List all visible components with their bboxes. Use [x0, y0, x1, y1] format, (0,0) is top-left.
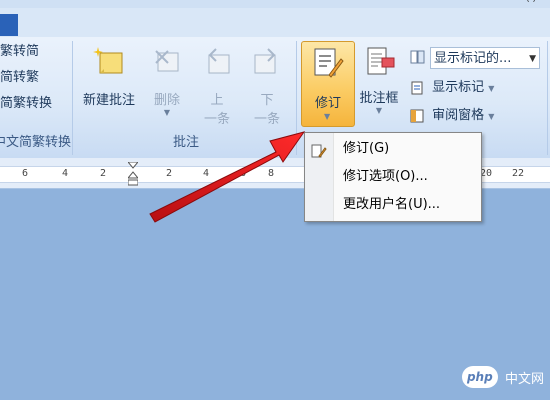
php-logo: php: [461, 366, 498, 388]
chevron-down-icon: ▼: [375, 106, 383, 115]
ribbon-tab-strip: [0, 8, 550, 37]
menu-item-label: 更改用户名(U)...: [343, 197, 441, 212]
show-markup-button[interactable]: 显示标记 ▼: [410, 77, 494, 99]
watermark-text: 中文网: [504, 371, 544, 387]
previous-comment-icon: [200, 45, 234, 79]
ruler-number: 6: [240, 168, 247, 179]
group-separator: [296, 41, 297, 155]
ruler-number: 6: [22, 168, 29, 179]
new-comment-label: 新建批注: [82, 93, 135, 108]
menu-item-track-changes[interactable]: 修订(G): [305, 136, 481, 162]
chevron-down-icon: ▼: [488, 84, 495, 93]
track-changes-menu: 修订(G) 修订选项(O)... 更改用户名(U)...: [304, 132, 482, 222]
ruler-number: 8: [268, 168, 275, 179]
balloons-icon: [362, 45, 396, 79]
delete-comment-label: 删除: [153, 93, 180, 108]
ruler-number: 2: [100, 168, 107, 179]
ruler-number: 2: [166, 168, 173, 179]
previous-comment-line2: 一条: [203, 112, 230, 127]
watermark: php 中文网: [461, 366, 544, 392]
track-changes-icon: [311, 142, 327, 158]
balloons-button[interactable]: 批注框 ▼: [354, 45, 404, 116]
active-tab-edge[interactable]: [0, 14, 18, 36]
chevron-down-icon: ▼: [163, 108, 171, 117]
ruler-number: 4: [203, 168, 210, 179]
next-comment-button[interactable]: 下 一条: [244, 45, 290, 127]
menu-item-label: 修订选项(O)...: [343, 169, 428, 184]
new-comment-button[interactable]: 新建批注: [76, 45, 142, 108]
group-separator: [72, 41, 73, 155]
reviewing-pane-icon: [410, 109, 424, 123]
chevron-down-icon: ▼: [324, 112, 331, 121]
display-combo-value: 显示标记的...: [434, 51, 512, 66]
convert-label: 简繁转换: [0, 96, 53, 111]
menu-item-track-options[interactable]: 修订选项(O)...: [305, 164, 481, 190]
window-controls[interactable]: ( ): [526, 0, 536, 4]
chevron-down-icon[interactable]: ▼: [529, 48, 536, 68]
group-separator: [547, 41, 548, 155]
track-changes-icon: [311, 47, 345, 81]
chevron-down-icon: ▼: [488, 112, 495, 121]
simp-trad-convert-button[interactable]: 简繁转换: [0, 93, 52, 115]
ruler-number: 22: [512, 168, 525, 179]
previous-comment-line1: 上: [210, 93, 224, 108]
delete-comment-icon: [150, 45, 184, 79]
display-for-review-combo[interactable]: 显示标记的... ▼: [430, 47, 540, 69]
reviewing-pane-label: 审阅窗格: [432, 108, 485, 123]
track-changes-label: 修订: [314, 96, 341, 111]
simp-to-trad-label: 简转繁: [0, 70, 40, 85]
next-comment-line1: 下: [260, 93, 274, 108]
trad-to-simp-button[interactable]: 繁转简: [0, 41, 39, 63]
reviewing-pane-button[interactable]: 审阅窗格 ▼: [410, 105, 494, 127]
next-comment-line2: 一条: [253, 112, 280, 127]
indent-marker[interactable]: [126, 161, 140, 186]
new-comment-icon: [92, 45, 126, 79]
trad-to-simp-label: 繁转简: [0, 44, 40, 59]
simp-to-trad-button[interactable]: 简转繁: [0, 67, 39, 89]
next-comment-icon: [250, 45, 284, 79]
comments-group-label: 批注: [172, 135, 199, 150]
track-changes-button[interactable]: 修订 ▼: [301, 41, 355, 127]
balloons-label: 批注框: [359, 91, 399, 106]
previous-comment-button[interactable]: 上 一条: [194, 45, 240, 127]
menu-item-change-username[interactable]: 更改用户名(U)...: [305, 192, 481, 218]
menu-item-label: 修订(G): [343, 141, 390, 156]
ruler-number: 4: [62, 168, 69, 179]
delete-comment-button[interactable]: 删除 ▼: [146, 45, 188, 118]
chinese-group-label: 中文简繁转换: [0, 135, 71, 150]
display-review-icon: [410, 49, 426, 65]
show-markup-label: 显示标记: [432, 80, 485, 95]
show-markup-icon: [410, 81, 424, 95]
